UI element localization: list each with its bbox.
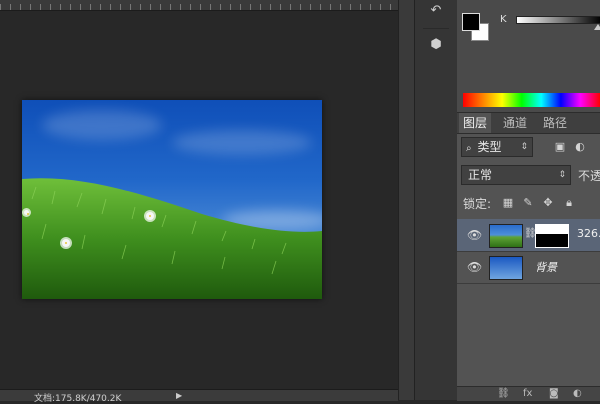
document-image[interactable] bbox=[22, 100, 322, 299]
lock-transparent-pixels-icon[interactable]: ▦ bbox=[501, 196, 515, 210]
history-icon[interactable]: ↶ bbox=[427, 2, 445, 20]
3d-cube-icon[interactable]: ⬢ bbox=[427, 36, 445, 54]
foreground-color-swatch[interactable] bbox=[462, 13, 480, 31]
blend-mode-row: 正常 ⇕ 不透 bbox=[457, 163, 600, 185]
tab-channels[interactable]: 通道 bbox=[499, 113, 531, 133]
k-channel-slider[interactable] bbox=[516, 16, 600, 24]
grass-field bbox=[22, 178, 322, 299]
document-size-info: 文档:175.8K/470.2K bbox=[34, 394, 122, 404]
status-bar: 文档:175.8K/470.2K ▶ bbox=[0, 389, 398, 404]
opacity-label: 不透 bbox=[578, 169, 600, 183]
layer-row[interactable]: 👁︎ ⛓ 326. bbox=[457, 219, 600, 252]
filter-type-label: 类型 bbox=[477, 140, 502, 154]
color-spectrum-bar[interactable] bbox=[463, 93, 600, 107]
visibility-eye-icon[interactable]: 👁︎ bbox=[467, 228, 482, 242]
layer-thumbnail bbox=[489, 224, 523, 248]
adjustment-layer-icon[interactable]: ◐ bbox=[573, 388, 582, 399]
add-mask-icon[interactable]: ◙ bbox=[549, 388, 559, 399]
canvas-area[interactable] bbox=[0, 11, 398, 389]
layers-bottom-toolbar: ⛓ fx ◙ ◐ bbox=[457, 386, 600, 401]
panel-dock-icons: ↶ ⬢ bbox=[414, 0, 458, 400]
lock-label: 锁定: bbox=[463, 197, 492, 211]
daisy-flower bbox=[146, 212, 154, 220]
status-menu-arrow-icon[interactable]: ▶ bbox=[176, 391, 182, 400]
layers-panel-tabs: 图层 通道 路径 bbox=[457, 113, 600, 134]
right-panels: K 图层 通道 路径 ⌕ 类型 ⇕ ▣ ◐ 正常 ⇕ 不透 锁定: ▦ ✎ ✥ … bbox=[457, 0, 600, 401]
k-channel-label: K bbox=[500, 14, 507, 25]
layer-name: 326. bbox=[577, 227, 600, 240]
blend-mode-dropdown[interactable]: 正常 ⇕ bbox=[461, 165, 571, 185]
link-layers-icon[interactable]: ⛓ bbox=[497, 388, 510, 399]
tab-layers[interactable]: 图层 bbox=[459, 113, 492, 133]
daisy-flower bbox=[62, 239, 70, 247]
k-slider-thumb-icon[interactable] bbox=[594, 24, 600, 30]
tab-paths[interactable]: 路径 bbox=[539, 113, 571, 133]
lock-image-pixels-icon[interactable]: ✎ bbox=[521, 196, 535, 210]
visibility-eye-icon[interactable]: 👁︎ bbox=[467, 260, 482, 274]
layer-thumbnail bbox=[489, 256, 523, 280]
layer-mask-thumbnail[interactable] bbox=[535, 224, 569, 248]
layer-filter-row: ⌕ 类型 ⇕ ▣ ◐ bbox=[457, 137, 600, 159]
horizontal-ruler bbox=[0, 0, 398, 11]
lock-all-icon[interactable]: 🔒︎ bbox=[562, 196, 576, 210]
panel-collapse-strip[interactable] bbox=[398, 0, 415, 400]
layer-name: 背景 bbox=[535, 261, 557, 274]
fx-icon[interactable]: fx bbox=[523, 388, 532, 399]
chevron-updown-icon: ⇕ bbox=[558, 170, 566, 180]
lock-row: 锁定: ▦ ✎ ✥ 🔒︎ bbox=[457, 193, 600, 213]
search-icon: ⌕ bbox=[466, 143, 472, 154]
daisy-flower bbox=[24, 210, 29, 215]
blend-mode-value: 正常 bbox=[468, 168, 493, 182]
chevron-updown-icon: ⇕ bbox=[520, 142, 528, 152]
color-panel: K bbox=[457, 0, 600, 113]
layer-filter-dropdown[interactable]: ⌕ 类型 ⇕ bbox=[461, 137, 533, 157]
layers-panel: 图层 通道 路径 ⌕ 类型 ⇕ ▣ ◐ 正常 ⇕ 不透 锁定: ▦ ✎ ✥ 🔒︎… bbox=[457, 113, 600, 401]
lock-position-icon[interactable]: ✥ bbox=[541, 196, 555, 210]
layer-row[interactable]: 👁︎ 背景 bbox=[457, 251, 600, 284]
adjustment-filter-icon[interactable]: ◐ bbox=[573, 140, 587, 154]
image-filter-icon[interactable]: ▣ bbox=[553, 140, 567, 154]
